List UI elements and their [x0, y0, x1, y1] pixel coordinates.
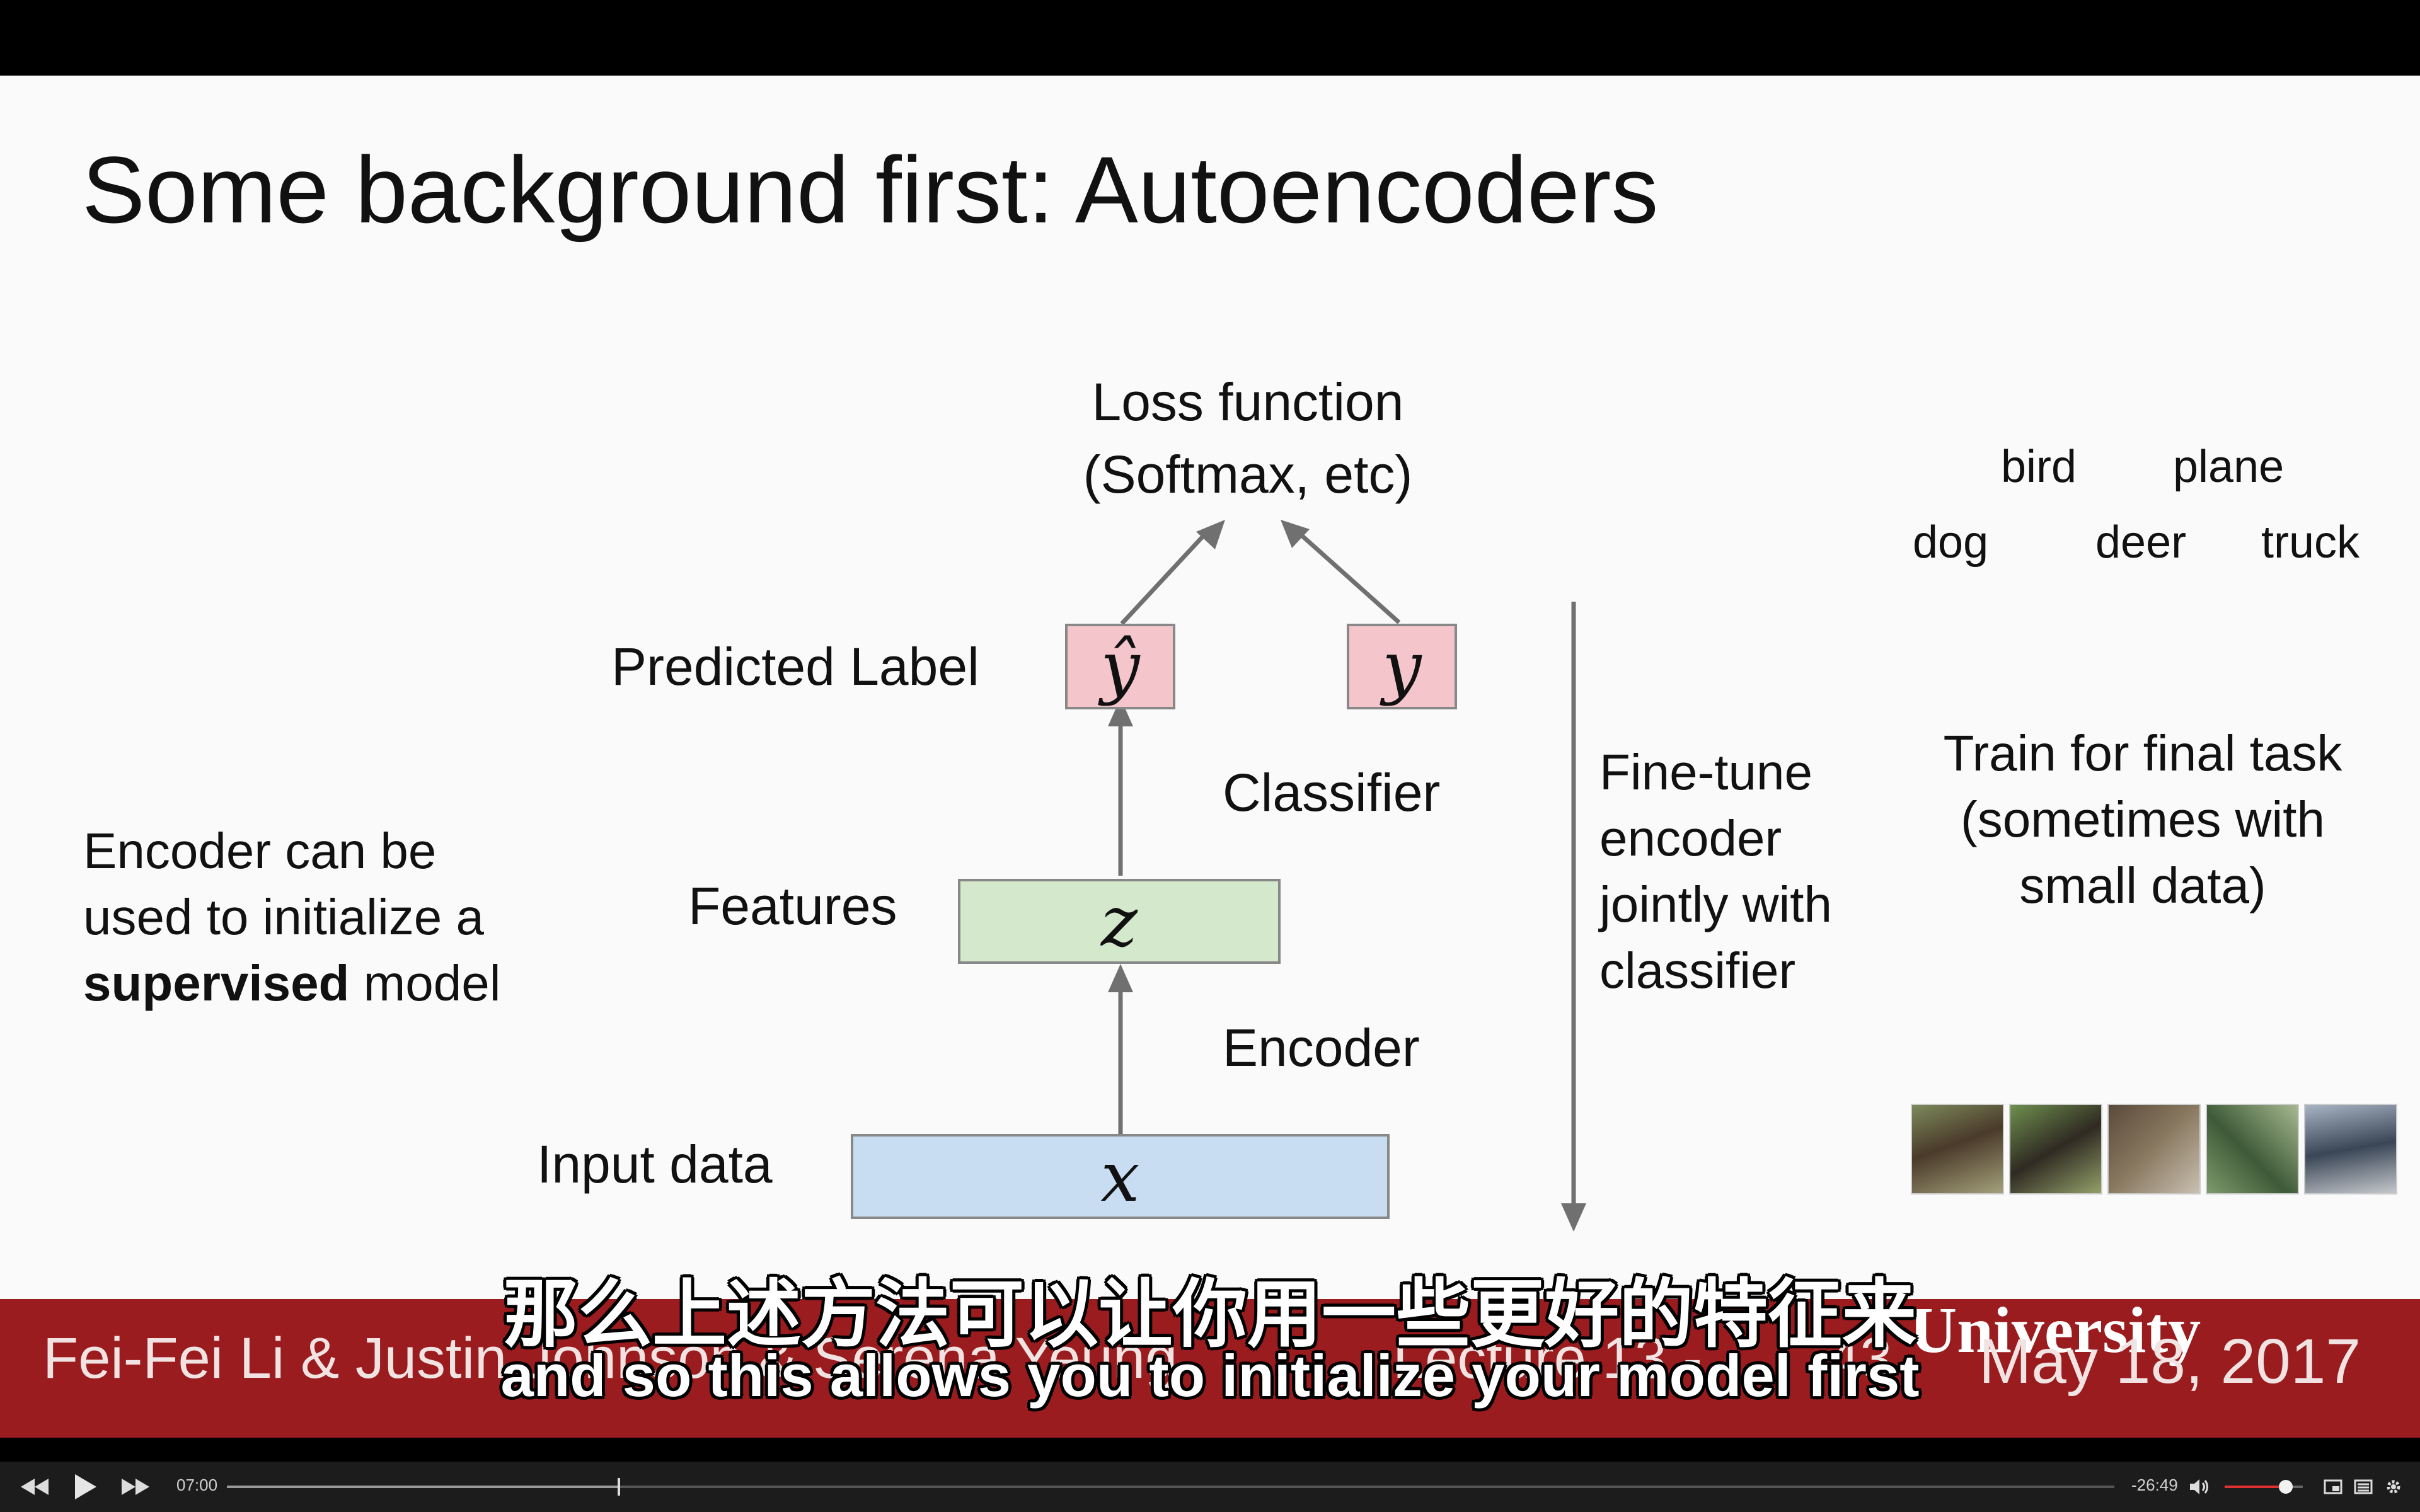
loss-function-label: Loss function — [1092, 372, 1404, 432]
subtitle-english: and so this allows you to initialize you… — [500, 1343, 1920, 1409]
x-box: x — [851, 1134, 1390, 1219]
play-button[interactable] — [63, 1462, 107, 1512]
truck-thumbnail — [2304, 1104, 2397, 1194]
train-line1: Train for final task — [1943, 725, 2342, 781]
class-label-deer: deer — [2095, 517, 2187, 568]
y-box: y — [1347, 624, 1457, 709]
plane-thumbnail — [2206, 1104, 2299, 1194]
top-letterbox — [0, 0, 2420, 76]
encoder-note-line2: used to initialize a — [83, 889, 484, 945]
predicted-label-text: Predicted Label — [611, 637, 979, 696]
dog-thumbnail — [2009, 1104, 2102, 1194]
class-label-dog: dog — [1913, 517, 1989, 568]
elapsed-time: 07:00 — [176, 1475, 218, 1494]
class-label-plane: plane — [2173, 442, 2285, 492]
sample-image-strip — [1911, 1104, 2397, 1194]
y-to-loss-arrow — [1296, 530, 1401, 624]
chapters-icon — [2354, 1479, 2373, 1494]
animal-thumbnail — [2107, 1104, 2201, 1194]
finetune-line4: classifier — [1599, 942, 1796, 999]
picture-in-picture-button[interactable] — [2319, 1462, 2347, 1512]
progress-bar[interactable] — [227, 1478, 2114, 1496]
encoder-note-line3: supervised model — [83, 954, 501, 1012]
progress-handle[interactable] — [617, 1478, 620, 1496]
picture-in-picture-icon — [2324, 1479, 2342, 1494]
fast-forward-icon — [122, 1479, 149, 1495]
input-data-label: Input data — [537, 1135, 773, 1194]
finetune-line2: encoder — [1599, 810, 1782, 866]
rewind-icon — [21, 1479, 49, 1495]
volume-slider[interactable] — [2225, 1480, 2303, 1494]
yhat-to-loss-arrow — [1120, 534, 1206, 626]
volume-button[interactable] — [2184, 1462, 2215, 1512]
model-text: model — [349, 955, 501, 1011]
dog-thumbnail — [1911, 1104, 2004, 1194]
encoder-note-line1: Encoder can be — [83, 823, 437, 879]
class-label-bird: bird — [2001, 442, 2077, 492]
play-icon — [75, 1474, 96, 1499]
classifier-label: Classifier — [1223, 763, 1441, 822]
fast-forward-button[interactable] — [113, 1462, 158, 1512]
train-line2: (sometimes with — [1961, 791, 2325, 847]
class-label-truck: truck — [2261, 517, 2360, 568]
loss-function-sublabel: (Softmax, etc) — [1083, 445, 1413, 504]
finetune-line1: Fine-tune — [1599, 744, 1812, 800]
remaining-time: -26:49 — [2131, 1475, 2178, 1494]
volume-level — [2225, 1486, 2286, 1488]
settings-button[interactable] — [2380, 1462, 2407, 1512]
z-box: z — [958, 879, 1281, 964]
rewind-button[interactable] — [13, 1462, 57, 1512]
settings-icon — [2387, 1480, 2400, 1494]
chapters-button[interactable] — [2349, 1462, 2377, 1512]
train-line3: small data) — [2019, 857, 2266, 914]
lecture-slide: Some background first: Autoencoders Loss… — [0, 76, 2420, 1301]
supervised-bold: supervised — [83, 955, 350, 1011]
volume-knob[interactable] — [2278, 1480, 2293, 1494]
encoder-label: Encoder — [1223, 1018, 1420, 1077]
volume-icon — [2190, 1479, 2208, 1494]
finetune-line3: jointly with — [1599, 876, 1833, 932]
video-controls: 07:00 -26:49 — [0, 1462, 2420, 1512]
progress-played — [227, 1486, 618, 1488]
y-hat-box: ŷ — [1065, 624, 1175, 709]
features-label: Features — [688, 876, 897, 936]
